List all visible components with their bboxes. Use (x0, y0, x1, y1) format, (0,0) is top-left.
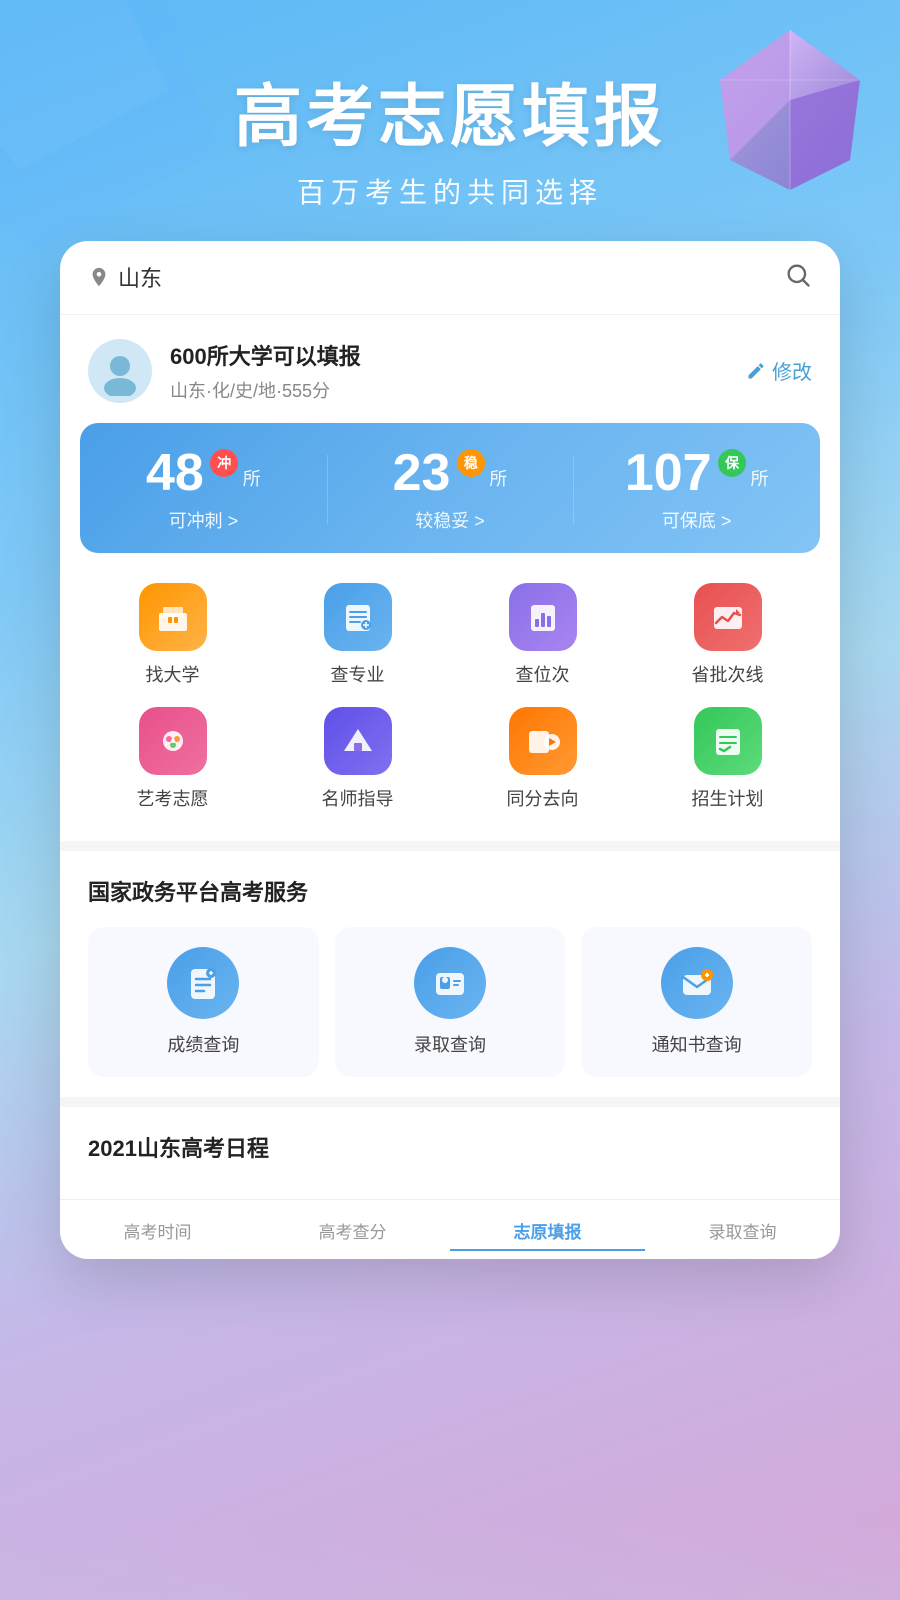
province-line-label: 省批次线 (692, 661, 764, 687)
user-left: 600所大学可以填报 山东·化/史/地·555分 (88, 339, 361, 403)
tab-exam-time[interactable]: 高考时间 (60, 1212, 255, 1251)
location-text: 山东 (118, 261, 162, 293)
stat-safe-number: 107 (625, 447, 712, 499)
stat-safe-label: 可保底 > (573, 507, 820, 533)
find-major-label: 查专业 (331, 661, 385, 687)
section-divider-1 (60, 841, 840, 851)
menu-province-line[interactable]: 省批次线 (678, 583, 778, 687)
stat-stable[interactable]: 23 稳 所 较稳妥 > (327, 447, 574, 533)
service-section-title: 国家政务平台高考服务 (88, 875, 812, 907)
avatar (88, 339, 152, 403)
service-grid: 成绩查询 录取查询 (88, 927, 812, 1077)
stat-rush-number: 48 (146, 447, 204, 499)
stat-stable-badge: 稳 (457, 449, 485, 477)
edit-icon (746, 361, 766, 381)
stat-safe-unit: 所 (751, 465, 769, 491)
stat-stable-label: 较稳妥 > (327, 507, 574, 533)
sub-title: 百万考生的共同选择 (0, 171, 900, 211)
find-university-icon (139, 583, 207, 651)
bottom-gradient (0, 1520, 900, 1600)
tab-score-check-label: 高考查分 (319, 1223, 387, 1242)
stat-rush[interactable]: 48 冲 所 可冲刺 > (80, 447, 327, 533)
stat-safe-badge: 保 (718, 449, 746, 477)
stats-banner: 48 冲 所 可冲刺 > 23 稳 所 较稳妥 > 107 保 所 可保底 > (80, 423, 820, 553)
menu-row-2: 艺考志愿 名师指导 同 (80, 707, 820, 811)
enrollment-label: 招生计划 (692, 785, 764, 811)
stat-stable-number: 23 (393, 447, 451, 499)
service-notice-query[interactable]: 通知书查询 (581, 927, 812, 1077)
menu-row-1: 找大学 查专业 (80, 583, 820, 687)
stat-rush-unit: 所 (243, 465, 261, 491)
art-exam-icon (139, 707, 207, 775)
menu-find-university[interactable]: 找大学 (123, 583, 223, 687)
edit-label: 修改 (772, 356, 812, 385)
enrollment-icon (694, 707, 762, 775)
tab-score-check[interactable]: 高考查分 (255, 1212, 450, 1251)
stat-stable-unit: 所 (489, 465, 507, 491)
score-query-label: 成绩查询 (167, 1031, 239, 1057)
bottom-tabs: 高考时间 高考查分 志原填报 录取查询 (60, 1199, 840, 1259)
menu-art-exam[interactable]: 艺考志愿 (123, 707, 223, 811)
score-query-icon (167, 947, 239, 1019)
tab-admission[interactable]: 录取查询 (645, 1212, 840, 1251)
universities-count: 600所大学可以填报 (170, 339, 361, 371)
user-info-section: 600所大学可以填报 山东·化/史/地·555分 修改 (60, 315, 840, 423)
menu-grid: 找大学 查专业 (60, 573, 840, 841)
service-admission-query[interactable]: 录取查询 (335, 927, 566, 1077)
tab-volunteer-label: 志原填报 (514, 1223, 582, 1242)
art-exam-label: 艺考志愿 (137, 785, 209, 811)
find-major-icon (324, 583, 392, 651)
tab-exam-time-label: 高考时间 (124, 1223, 192, 1242)
main-title: 高考志愿填报 (0, 80, 900, 155)
admission-query-icon (414, 947, 486, 1019)
teacher-guide-label: 名师指导 (322, 785, 394, 811)
menu-same-score[interactable]: 同分去向 (493, 707, 593, 811)
stat-rush-label: 可冲刺 > (80, 507, 327, 533)
find-university-label: 找大学 (146, 661, 200, 687)
service-score-query[interactable]: 成绩查询 (88, 927, 319, 1077)
location-icon (88, 266, 110, 288)
teacher-guide-icon (324, 707, 392, 775)
search-icon[interactable] (784, 261, 812, 294)
user-details: 600所大学可以填报 山东·化/史/地·555分 (170, 339, 361, 403)
check-rank-label: 查位次 (516, 661, 570, 687)
search-bar: 山东 (60, 241, 840, 315)
same-score-icon (509, 707, 577, 775)
tab-volunteer[interactable]: 志原填报 (450, 1212, 645, 1251)
edit-button[interactable]: 修改 (746, 356, 812, 385)
location-display[interactable]: 山东 (88, 261, 162, 293)
stat-safe[interactable]: 107 保 所 可保底 > (573, 447, 820, 533)
tab-admission-label: 录取查询 (709, 1223, 777, 1242)
admission-query-label: 录取查询 (414, 1031, 486, 1057)
same-score-label: 同分去向 (507, 785, 579, 811)
section-divider-2 (60, 1097, 840, 1107)
header-area: 高考志愿填报 百万考生的共同选择 (0, 0, 900, 241)
service-section: 国家政务平台高考服务 成绩查询 (60, 851, 840, 1097)
user-profile: 山东·化/史/地·555分 (170, 377, 361, 403)
notice-query-label: 通知书查询 (652, 1031, 742, 1057)
province-line-icon (694, 583, 762, 651)
schedule-section-title: 2021山东高考日程 (88, 1131, 812, 1163)
main-card: 山东 600所大学可以填报 山东·化/史/地·555分 (60, 241, 840, 1259)
menu-check-rank[interactable]: 查位次 (493, 583, 593, 687)
stat-rush-badge: 冲 (210, 449, 238, 477)
menu-find-major[interactable]: 查专业 (308, 583, 408, 687)
schedule-section: 2021山东高考日程 (60, 1107, 840, 1199)
check-rank-icon (509, 583, 577, 651)
notice-query-icon (661, 947, 733, 1019)
menu-teacher-guide[interactable]: 名师指导 (308, 707, 408, 811)
menu-enrollment[interactable]: 招生计划 (678, 707, 778, 811)
